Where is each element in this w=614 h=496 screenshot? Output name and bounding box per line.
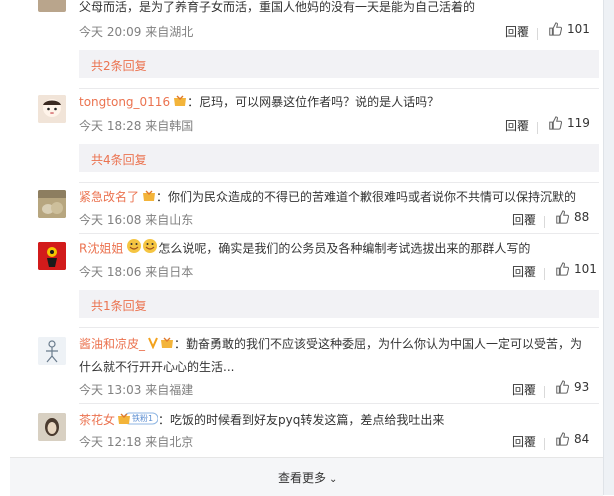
username-link[interactable]: tongtong_0116 [79,95,170,109]
load-more-button[interactable]: 查看更多 ⌄ [278,469,337,486]
avatar[interactable] [38,190,66,218]
sub-replies-box[interactable]: 共4条回复 [79,144,599,172]
like-count: 93 [574,380,590,394]
divider [79,182,599,183]
avatar[interactable] [38,413,66,441]
avatar[interactable] [38,337,66,365]
thumbs-up-icon [549,116,563,130]
separator [544,216,545,228]
like-button[interactable]: 84 [555,432,589,446]
username-link[interactable]: 酱油和凉皮_ [79,337,145,351]
sub-replies-box[interactable]: 共2条回复 [79,50,599,78]
fan-level-badge: 铁粉1 [132,413,154,423]
like-count: 101 [567,22,590,36]
fan-badge-icon [173,93,187,113]
username-link[interactable]: 茶花女 [79,413,115,427]
fan-badge-icon [142,188,156,208]
thumbs-up-icon [556,262,570,276]
like-button[interactable]: 93 [555,380,589,394]
sub-replies-link[interactable]: 共4条回复 [91,151,147,168]
like-button[interactable]: 101 [548,22,590,36]
divider [79,403,599,404]
thumbs-up-icon [549,22,563,36]
separator [537,28,538,40]
reply-button[interactable]: 回覆 [512,381,536,398]
comment-text: 父母而活，是为了养育子女而活，重国人他妈的没有一天是能为自己活着的 [79,0,476,14]
like-button[interactable]: 101 [555,262,597,276]
reply-button[interactable]: 回覆 [512,263,536,280]
username-link[interactable]: 紧急改名了 [79,190,139,204]
separator [544,386,545,398]
comment-meta: 今天 13:03 来自福建 [79,383,194,397]
avatar[interactable] [38,0,66,12]
avatar[interactable] [38,95,66,123]
thumbs-up-icon [556,210,570,224]
comment-line: 紧急改名了 ：你们为民众造成的不得已的苦难道个歉很难吗或者说你不共情可以保持沉默的 [79,187,576,208]
comment-meta: 今天 16:08 来自山东 [79,213,194,227]
comment-meta: 今天 18:06 来自日本 [79,265,194,279]
divider [79,88,599,89]
comment-meta: 今天 20:09 来自湖北 [79,25,194,39]
avatar[interactable] [38,242,66,270]
separator [544,438,545,450]
username-link[interactable]: R沈姐姐 [79,242,123,256]
reply-button[interactable]: 回覆 [512,211,536,228]
comment-line: 茶花女 铁粉1 ：吃饭的时候看到好友pyq转发这篇，差点给我吐出来 [79,410,444,431]
like-count: 119 [567,116,590,130]
comment-text: ：尼玛，可以网暴这位作者吗？说的是人话吗？ [187,95,440,109]
like-count: 101 [574,262,597,276]
sub-replies-link[interactable]: 共2条回复 [91,57,147,74]
reply-button[interactable]: 回覆 [505,23,529,40]
like-count: 84 [574,432,590,446]
like-count: 88 [574,210,590,224]
divider [79,327,599,328]
reply-button[interactable]: 回覆 [505,117,529,134]
scrollbar-track[interactable] [603,0,614,495]
load-more-label: 查看更多 [278,471,327,485]
chevron-down-icon: ⌄ [329,474,338,485]
comment-meta: 今天 12:18 来自北京 [79,435,194,449]
comment-line: 酱油和凉皮_ ：勤奋勇敢的我们不应该受这种委屈，为什么你认为中国人一定可以受苦，为 [79,334,582,355]
comment-panel: 父母而活，是为了养育子女而活，重国人他妈的没有一天是能为自己活着的 今天 20:… [10,0,603,496]
like-button[interactable]: 119 [548,116,590,130]
fan-badge-icon: 铁粉1 [118,411,159,431]
comment-text: ：吃饭的时候看到好友pyq转发这篇，差点给我吐出来 [158,413,445,427]
comment-line: R沈姐姐 怎么说呢，确实是我们的公务员及各种编制考试选拔出来的那群人写的 [79,238,530,260]
comment-line: tongtong_0116 ：尼玛，可以网暴这位作者吗？说的是人话吗？ [79,92,439,113]
sub-replies-link[interactable]: 共1条回复 [91,297,147,314]
emoji-icon [126,238,158,260]
comment-text: 怎么说呢，确实是我们的公务员及各种编制考试选拔出来的那群人写的 [158,241,531,256]
separator [544,268,545,280]
verified-v-icon [148,335,174,355]
comment-text: ：你们为民众造成的不得已的苦难道个歉很难吗或者说你不共情可以保持沉默的 [156,190,577,204]
comment-text: ：勤奋勇敢的我们不应该受这种委屈，为什么你认为中国人一定可以受苦，为 [174,337,583,351]
thumbs-up-icon [556,380,570,394]
comment-meta: 今天 18:28 来自韩国 [79,119,194,133]
thumbs-up-icon [556,432,570,446]
divider [79,233,599,234]
like-button[interactable]: 88 [555,210,589,224]
separator [537,122,538,134]
reply-button[interactable]: 回覆 [512,433,536,450]
sub-replies-box[interactable]: 共1条回复 [79,290,599,318]
comment-text-continued: 什么就不行开开心心的生活... [79,360,235,374]
load-more-bar[interactable]: 查看更多 ⌄ [10,457,603,496]
